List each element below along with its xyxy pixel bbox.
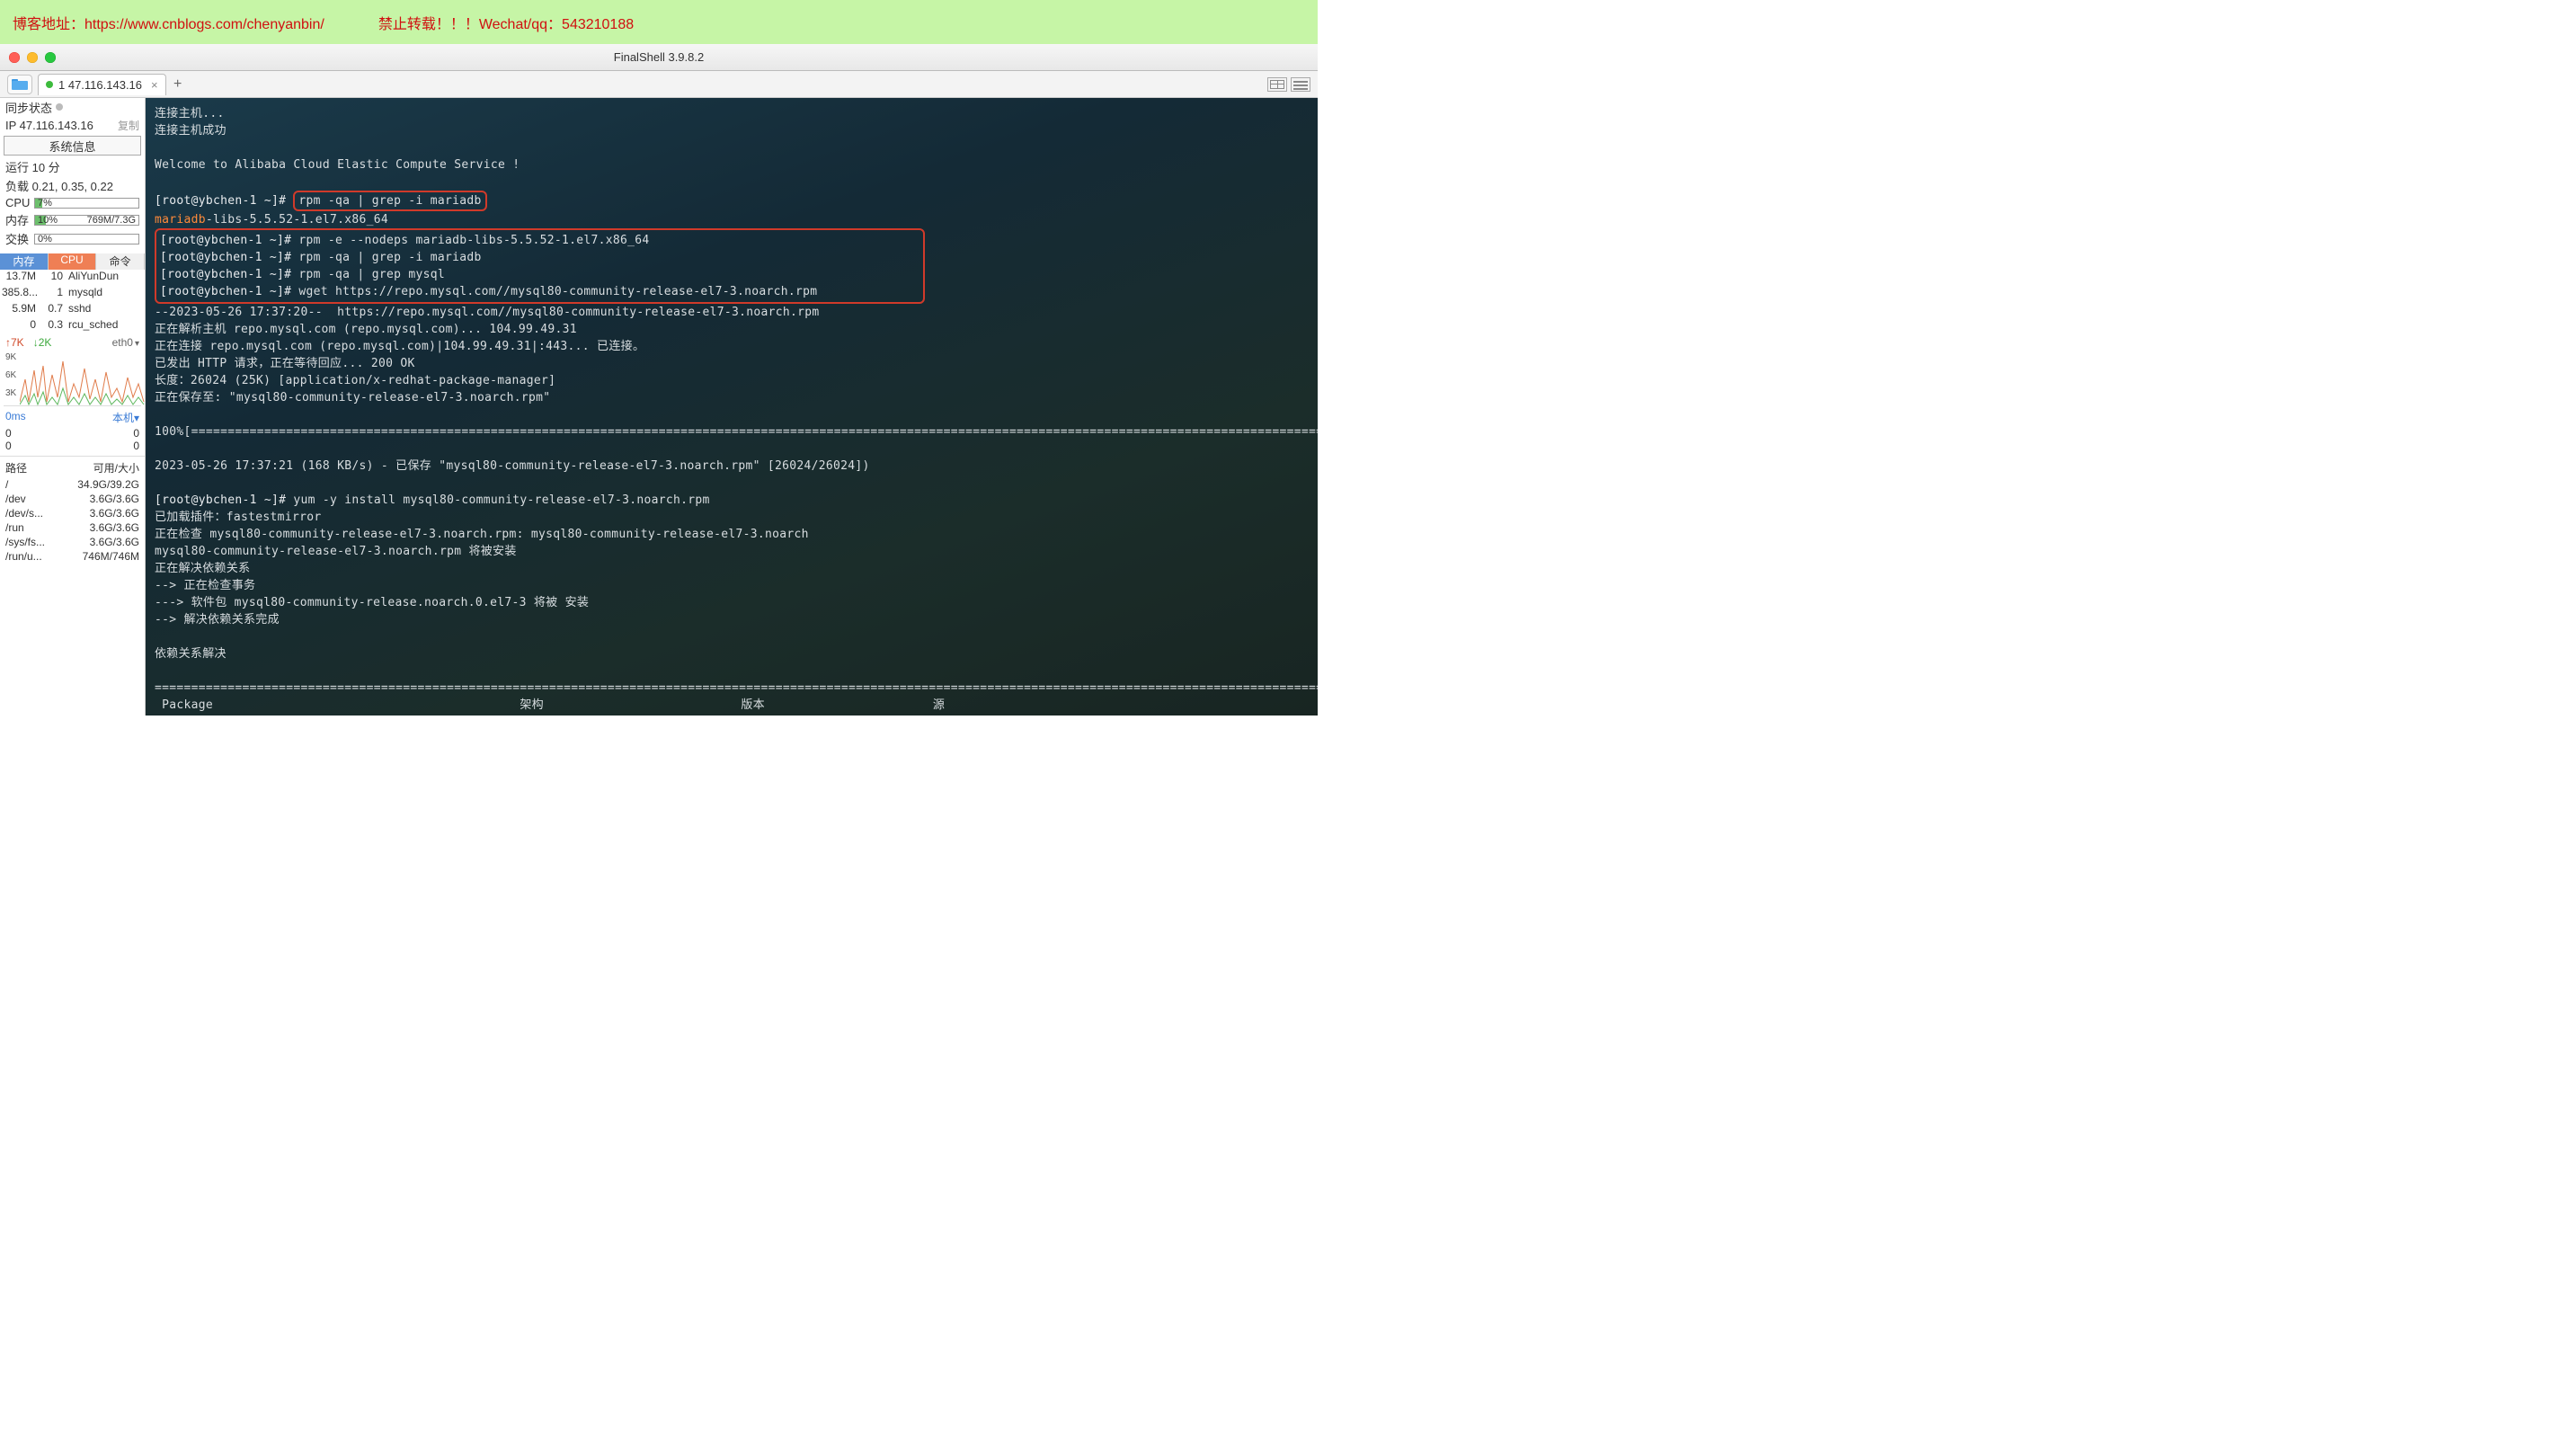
load-avg: 负载 0.21, 0.35, 0.22 — [0, 176, 145, 195]
session-tab[interactable]: 1 47.116.143.16 × — [38, 74, 166, 95]
open-folder-button[interactable] — [7, 75, 32, 94]
system-info-button[interactable]: 系统信息 — [4, 136, 141, 156]
fs-row[interactable]: /dev/s...3.6G/3.6G — [0, 506, 145, 520]
uptime: 运行 10 分 — [0, 157, 145, 176]
process-row: 00.3rcu_sched — [0, 318, 145, 334]
blog-link[interactable]: https://www.cnblogs.com/chenyanbin/ — [84, 17, 324, 32]
window-title: FinalShell 3.9.8.2 — [0, 50, 1318, 64]
tab-bar: 1 47.116.143.16 × + — [0, 71, 1318, 98]
ip-address: IP 47.116.143.16 — [5, 119, 93, 132]
terminal[interactable]: 连接主机... 连接主机成功 Welcome to Alibaba Cloud … — [146, 98, 1318, 716]
window-titlebar: FinalShell 3.9.8.2 — [0, 44, 1318, 71]
upload-label: ↑7K — [5, 336, 24, 349]
iface-label[interactable]: eth0▾ — [112, 336, 139, 349]
process-row: 13.7M10AliYunDun — [0, 270, 145, 286]
download-label: ↓2K — [33, 336, 52, 349]
fs-row[interactable]: /run/u...746M/746M — [0, 549, 145, 564]
sync-status: 同步状态 — [0, 98, 145, 116]
ping-row: 0ms本机▾ — [0, 408, 145, 427]
grid-view-icon[interactable] — [1267, 77, 1287, 92]
swap-row: 交换0% — [0, 229, 145, 248]
highlight-box: rpm -qa | grep -i mariadb — [293, 191, 486, 211]
fs-row[interactable]: /sys/fs...3.6G/3.6G — [0, 535, 145, 549]
tab-cmd[interactable]: 命令 — [96, 253, 145, 270]
process-table: 13.7M10AliYunDun 385.8...1mysqld 5.9M0.7… — [0, 270, 145, 334]
watermark-banner: 博客地址：https://www.cnblogs.com/chenyanbin/… — [0, 0, 1318, 44]
fs-header: 路径可用/大小 — [0, 456, 145, 477]
tab-label: 1 47.116.143.16 — [58, 78, 142, 92]
network-chart: 9K 6K 3K — [4, 352, 141, 406]
close-tab-icon[interactable]: × — [151, 78, 158, 92]
highlight-box: [root@ybchen-1 ~]# rpm -e --nodeps maria… — [155, 228, 925, 304]
mem-row: 内存10%769M/7.3G — [0, 210, 145, 229]
copy-button[interactable]: 复制 — [118, 118, 139, 133]
fs-row[interactable]: /run3.6G/3.6G — [0, 520, 145, 535]
list-view-icon[interactable] — [1291, 77, 1310, 92]
net-label: ↑7K ↓2K eth0▾ — [0, 334, 145, 351]
cpu-row: CPU7% — [0, 195, 145, 210]
status-dot-icon — [46, 81, 53, 88]
process-tabs: 内存 CPU 命令 — [0, 253, 145, 270]
sidebar: 同步状态 IP 47.116.143.16 复制 系统信息 运行 10 分 负载 … — [0, 98, 146, 716]
sync-dot-icon — [56, 103, 63, 111]
tab-cpu[interactable]: CPU — [49, 253, 97, 270]
tab-mem[interactable]: 内存 — [0, 253, 49, 270]
add-tab-button[interactable]: + — [170, 76, 186, 93]
process-row: 5.9M0.7sshd — [0, 302, 145, 318]
fs-row[interactable]: /dev3.6G/3.6G — [0, 492, 145, 506]
folder-icon — [12, 79, 28, 90]
fs-row[interactable]: /34.9G/39.2G — [0, 477, 145, 492]
process-row: 385.8...1mysqld — [0, 286, 145, 302]
